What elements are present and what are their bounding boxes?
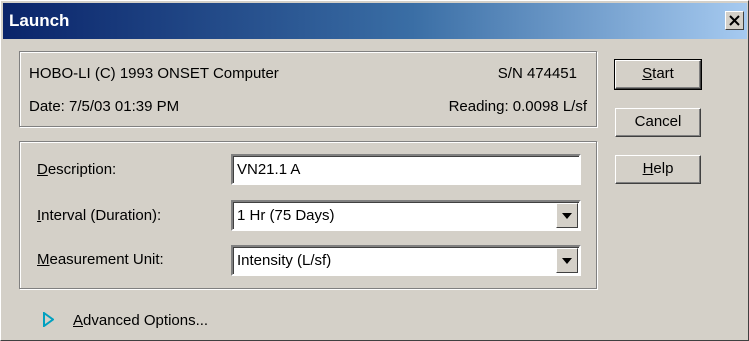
measurement-unit-select[interactable]: Intensity (L/sf) bbox=[231, 245, 581, 276]
close-icon bbox=[729, 15, 740, 26]
description-value: VN21.1 A bbox=[237, 161, 301, 178]
measurement-unit-value: Intensity (L/sf) bbox=[237, 252, 332, 269]
window-title: Launch bbox=[9, 11, 70, 30]
chevron-down-icon bbox=[562, 258, 572, 264]
close-button[interactable] bbox=[725, 11, 744, 30]
measurement-unit-label: Measurement Unit: bbox=[37, 251, 164, 268]
advanced-options-link[interactable]: Advanced Options... bbox=[73, 312, 208, 329]
interval-label: Interval (Duration): bbox=[37, 207, 162, 224]
interval-select[interactable]: 1 Hr (75 Days) bbox=[231, 200, 581, 231]
device-name: HOBO-LI (C) 1993 ONSET Computer bbox=[29, 65, 279, 82]
help-button[interactable]: Help bbox=[615, 155, 701, 184]
launch-date: Date: 7/5/03 01:39 PM bbox=[29, 98, 180, 115]
chevron-down-icon bbox=[562, 213, 572, 219]
title-bar[interactable]: Launch bbox=[3, 3, 747, 39]
unit-dropdown-button[interactable] bbox=[556, 248, 578, 273]
interval-value: 1 Hr (75 Days) bbox=[237, 207, 335, 224]
serial-number: S/N 474451 bbox=[497, 65, 577, 82]
cancel-button[interactable]: Cancel bbox=[615, 108, 701, 137]
triangle-right-icon[interactable] bbox=[43, 312, 54, 327]
launch-dialog: Launch HOBO-LI (C) 1993 ONSET Computer S… bbox=[0, 0, 749, 341]
device-info-panel bbox=[19, 51, 597, 127]
description-input[interactable]: VN21.1 A bbox=[231, 154, 581, 185]
current-reading: Reading: 0.0098 L/sf bbox=[448, 98, 587, 115]
description-label: Description: bbox=[37, 161, 117, 178]
interval-dropdown-button[interactable] bbox=[556, 203, 578, 228]
start-button[interactable]: Start bbox=[614, 59, 702, 90]
